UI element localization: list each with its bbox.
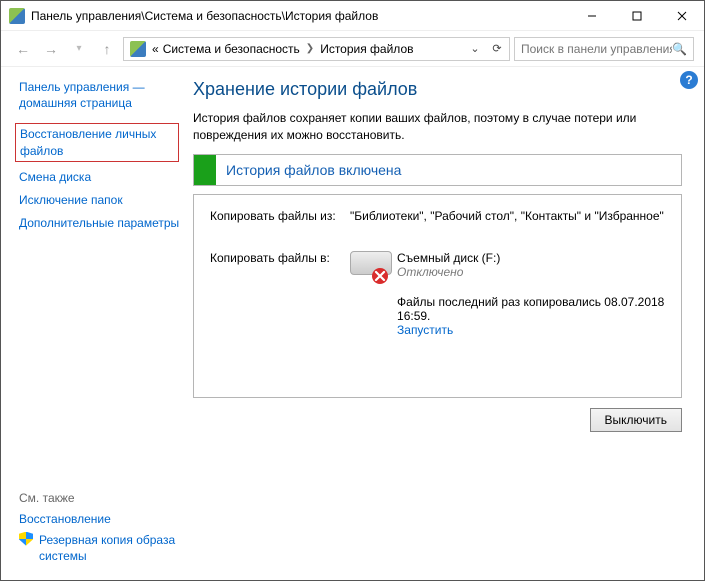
see-also-link[interactable]: Резервная копия образа системы bbox=[39, 532, 183, 564]
details-panel: Копировать файлы из: "Библиотеки", "Рабо… bbox=[193, 194, 682, 398]
action-row: Выключить bbox=[193, 408, 682, 432]
see-also-recovery[interactable]: Восстановление bbox=[19, 511, 183, 527]
sidebar-task-link[interactable]: Дополнительные параметры bbox=[19, 215, 183, 231]
sidebar-task-link[interactable]: Исключение папок bbox=[19, 192, 183, 208]
search-box[interactable]: 🔍 bbox=[514, 37, 694, 61]
sidebar-task-restore[interactable]: Восстановление личных файлов bbox=[15, 123, 179, 161]
sidebar-task-link[interactable]: Смена диска bbox=[19, 169, 183, 185]
help-icon[interactable]: ? bbox=[680, 71, 698, 89]
last-copy: Файлы последний раз копировались 08.07.2… bbox=[397, 295, 665, 337]
maximize-button[interactable] bbox=[614, 1, 659, 31]
address-dropdown-icon[interactable]: ⌄ bbox=[465, 42, 485, 55]
breadcrumb-parent[interactable]: Система и безопасность bbox=[161, 42, 302, 56]
copy-from-row: Копировать файлы из: "Библиотеки", "Рабо… bbox=[210, 209, 665, 223]
recent-dropdown[interactable]: ▾ bbox=[67, 37, 91, 61]
copy-to-row: Копировать файлы в: Съемный диск (F:) От… bbox=[210, 251, 665, 337]
minimize-button[interactable] bbox=[569, 1, 614, 31]
see-also-system-image[interactable]: Резервная копия образа системы bbox=[19, 532, 183, 564]
control-panel-icon bbox=[9, 8, 25, 24]
content: ? Хранение истории файлов История файлов… bbox=[193, 67, 704, 580]
status-stripe bbox=[194, 155, 216, 185]
sidebar-task-exclude[interactable]: Исключение папок bbox=[19, 192, 183, 208]
navbar: ← → ▾ ↑ « Система и безопасность ❯ Истор… bbox=[1, 31, 704, 67]
status-text: История файлов включена bbox=[216, 162, 401, 178]
breadcrumb-prefix: « bbox=[150, 42, 161, 56]
control-panel-home-link[interactable]: Панель управления — домашняя страница bbox=[19, 79, 183, 111]
titlebar: Панель управления\Система и безопасность… bbox=[1, 1, 704, 31]
breadcrumb-current[interactable]: История файлов bbox=[318, 42, 415, 56]
drive-status: Отключено bbox=[397, 265, 665, 279]
last-copy-text: Файлы последний раз копировались 08.07.2… bbox=[397, 295, 664, 323]
shield-icon bbox=[19, 532, 33, 546]
copy-from-value: "Библиотеки", "Рабочий стол", "Контакты"… bbox=[350, 209, 665, 223]
copy-to-label: Копировать файлы в: bbox=[210, 251, 350, 337]
page-description: История файлов сохраняет копии ваших фай… bbox=[193, 110, 682, 144]
see-also-section: См. также Восстановление Резервная копия… bbox=[19, 491, 183, 568]
sidebar-task-link[interactable]: Восстановление личных файлов bbox=[20, 126, 174, 158]
drive-info: Съемный диск (F:) Отключено Файлы послед… bbox=[397, 251, 665, 337]
search-input[interactable] bbox=[521, 42, 672, 56]
drive-name: Съемный диск (F:) bbox=[397, 251, 665, 265]
refresh-icon[interactable]: ⟳ bbox=[487, 42, 507, 55]
copy-from-label: Копировать файлы из: bbox=[210, 209, 350, 223]
status-banner: История файлов включена bbox=[193, 154, 682, 186]
body: Панель управления — домашняя страница Во… bbox=[1, 67, 704, 580]
chevron-right-icon[interactable]: ❯ bbox=[302, 43, 318, 54]
back-button[interactable]: ← bbox=[11, 37, 35, 61]
window-controls bbox=[569, 1, 704, 31]
search-icon: 🔍 bbox=[672, 42, 687, 56]
sidebar: Панель управления — домашняя страница Во… bbox=[1, 67, 193, 580]
sidebar-task-change-drive[interactable]: Смена диска bbox=[19, 169, 183, 185]
window-title: Панель управления\Система и безопасность… bbox=[31, 9, 569, 23]
page-title: Хранение истории файлов bbox=[193, 79, 682, 100]
disable-button[interactable]: Выключить bbox=[590, 408, 682, 432]
drive-icon bbox=[350, 251, 387, 281]
forward-button[interactable]: → bbox=[39, 37, 63, 61]
control-panel-icon bbox=[130, 41, 146, 57]
up-button[interactable]: ↑ bbox=[95, 37, 119, 61]
address-bar[interactable]: « Система и безопасность ❯ История файло… bbox=[123, 37, 510, 61]
see-also-link[interactable]: Восстановление bbox=[19, 511, 111, 527]
close-button[interactable] bbox=[659, 1, 704, 31]
see-also-title: См. также bbox=[19, 491, 183, 505]
drive-block: Съемный диск (F:) Отключено Файлы послед… bbox=[350, 251, 665, 337]
sidebar-task-advanced[interactable]: Дополнительные параметры bbox=[19, 215, 183, 231]
error-x-icon bbox=[371, 267, 389, 285]
run-now-link[interactable]: Запустить bbox=[397, 323, 453, 337]
